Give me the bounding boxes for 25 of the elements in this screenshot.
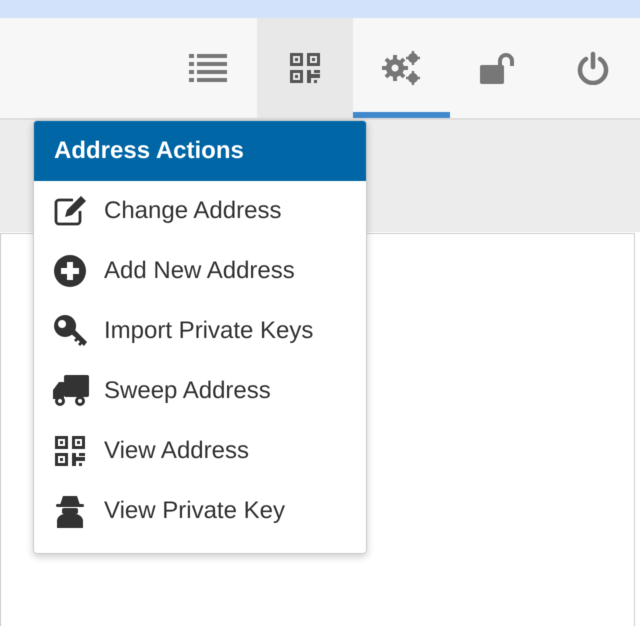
menu-item-label: Import Private Keys — [104, 317, 314, 345]
plus-circle-icon — [54, 255, 86, 287]
menu-item[interactable]: Change Address — [34, 181, 366, 241]
menu-item-label: Add New Address — [104, 257, 295, 285]
qr-code-icon — [55, 436, 85, 466]
menu-item[interactable]: Import Private Keys — [34, 301, 366, 361]
menu-item[interactable]: Add New Address — [34, 241, 366, 301]
padlock-icon — [480, 52, 516, 84]
qr-code-icon — [290, 53, 320, 83]
menu-item[interactable]: View Address — [34, 421, 366, 481]
settings-icon — [380, 50, 423, 86]
menu-item-label: View Private Key — [104, 497, 285, 525]
menu-item-label: Change Address — [104, 197, 282, 225]
menu-item-label: View Address — [104, 437, 249, 465]
truck-icon — [51, 375, 89, 407]
power-icon — [576, 51, 609, 85]
menu-item-label: Sweep Address — [104, 377, 271, 405]
menu-item[interactable]: View Private Key — [34, 481, 366, 541]
spy-icon — [55, 494, 85, 528]
list-icon — [189, 54, 228, 82]
key-icon — [53, 314, 87, 348]
menu-header: Address Actions — [34, 121, 366, 181]
menu-item[interactable]: Sweep Address — [34, 361, 366, 421]
qr-code-button[interactable] — [256, 18, 354, 118]
edit-icon — [54, 196, 86, 226]
